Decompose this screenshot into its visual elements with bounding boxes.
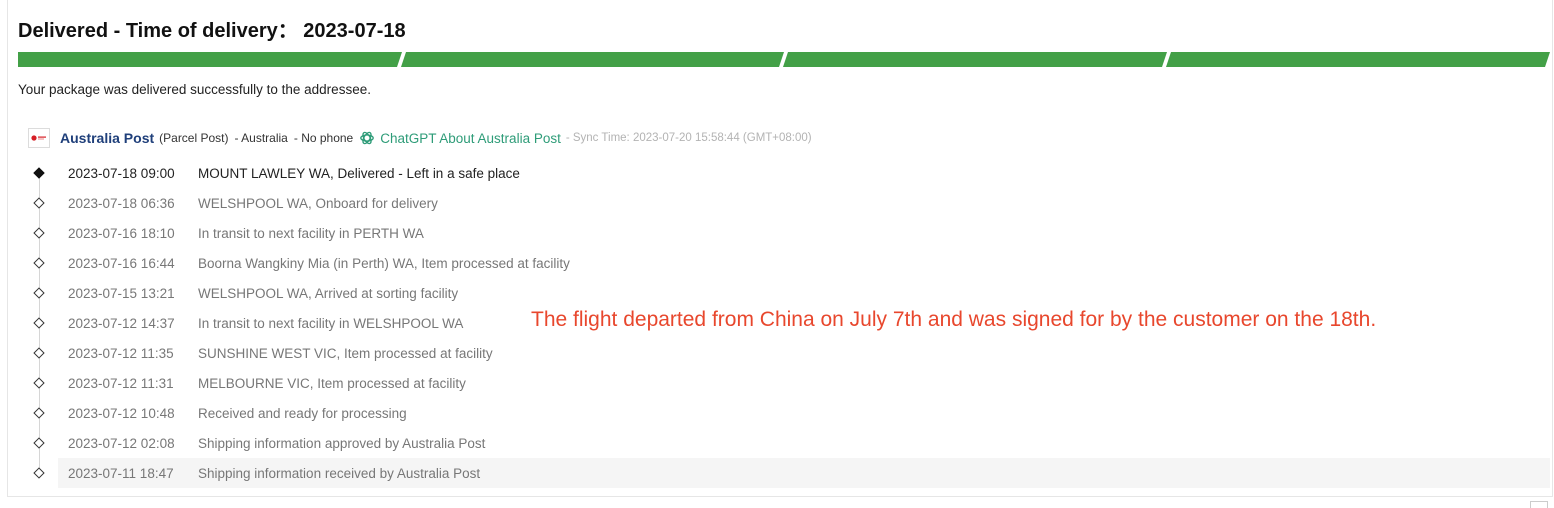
diamond-outline-icon	[33, 407, 45, 419]
carrier-service: (Parcel Post)	[159, 131, 229, 145]
carrier-country: - Australia	[234, 131, 288, 145]
timeline-event: 2023-07-12 02:08 Shipping information ap…	[28, 428, 1550, 458]
timeline-event: 2023-07-15 13:21 WELSHPOOL WA, Arrived a…	[28, 278, 1550, 308]
event-description: In transit to next facility in WELSHPOOL…	[198, 315, 464, 331]
carrier-phone: - No phone	[293, 131, 354, 145]
event-description: Shipping information received by Austral…	[198, 465, 481, 481]
event-description: In transit to next facility in PERTH WA	[198, 225, 424, 241]
event-time: 2023-07-11 18:47	[68, 465, 174, 481]
chatgpt-about-link[interactable]: ChatGPT About Australia Post	[380, 131, 561, 146]
expand-handle[interactable]	[1530, 501, 1548, 508]
diamond-outline-icon	[33, 377, 45, 389]
event-description: Boorna Wangkiny Mia (in Perth) WA, Item …	[198, 255, 570, 271]
event-time: 2023-07-18 06:36	[68, 195, 175, 211]
event-description: MELBOURNE VIC, Item processed at facilit…	[198, 375, 466, 391]
event-time: 2023-07-18 09:00	[68, 165, 175, 181]
diamond-outline-icon	[33, 467, 45, 479]
timeline-event: 2023-07-11 18:47 Shipping information re…	[28, 458, 1550, 488]
progress-segment-4	[1166, 52, 1550, 67]
status-message: Your package was delivered successfully …	[18, 82, 371, 97]
event-time: 2023-07-16 18:10	[68, 225, 175, 241]
progress-segment-3	[783, 52, 1167, 67]
diamond-outline-icon	[33, 347, 45, 359]
chatgpt-icon[interactable]	[359, 130, 375, 146]
carrier-name[interactable]: Australia Post	[60, 130, 154, 146]
event-description: Received and ready for processing	[198, 405, 407, 421]
event-description: SUNSHINE WEST VIC, Item processed at fac…	[198, 345, 493, 361]
event-time: 2023-07-12 02:08	[68, 435, 175, 451]
event-time: 2023-07-12 14:37	[68, 315, 175, 331]
diamond-filled-icon	[33, 167, 45, 179]
diamond-outline-icon	[33, 227, 45, 239]
event-time: 2023-07-12 11:31	[68, 375, 174, 391]
diamond-outline-icon	[33, 287, 45, 299]
event-description: Shipping information approved by Austral…	[198, 435, 486, 451]
timeline-event: 2023-07-16 18:10 In transit to next faci…	[28, 218, 1550, 248]
page-title: Delivered - Time of delivery： 2023-07-18	[18, 20, 406, 42]
diamond-outline-icon	[33, 257, 45, 269]
diamond-outline-icon	[33, 317, 45, 329]
annotation-note: The flight departed from China on July 7…	[531, 308, 1377, 331]
progress-segment-1	[18, 52, 402, 67]
timeline-event: 2023-07-18 06:36 WELSHPOOL WA, Onboard f…	[28, 188, 1550, 218]
event-description: MOUNT LAWLEY WA, Delivered - Left in a s…	[198, 165, 520, 181]
event-time: 2023-07-15 13:21	[68, 285, 175, 301]
event-time: 2023-07-16 16:44	[68, 255, 175, 271]
timeline-event: 2023-07-16 16:44 Boorna Wangkiny Mia (in…	[28, 248, 1550, 278]
event-description: WELSHPOOL WA, Onboard for delivery	[198, 195, 438, 211]
event-description: WELSHPOOL WA, Arrived at sorting facilit…	[198, 285, 459, 301]
diamond-outline-icon	[33, 197, 45, 209]
timeline-event: 2023-07-12 11:31 MELBOURNE VIC, Item pro…	[28, 368, 1550, 398]
event-time: 2023-07-12 10:48	[68, 405, 175, 421]
progress-segment-2	[401, 52, 784, 67]
timeline-event: 2023-07-12 10:48 Received and ready for …	[28, 398, 1550, 428]
timeline-event: 2023-07-18 09:00 MOUNT LAWLEY WA, Delive…	[28, 158, 1550, 188]
diamond-outline-icon	[33, 437, 45, 449]
sync-time: - Sync Time: 2023-07-20 15:58:44 (GMT+08…	[565, 132, 812, 144]
delivery-progress-bar	[18, 52, 1550, 67]
carrier-row: Australia Post (Parcel Post) - Australia…	[28, 128, 812, 148]
australia-post-logo[interactable]	[28, 128, 50, 148]
event-time: 2023-07-12 11:35	[68, 345, 174, 361]
timeline-event: 2023-07-12 11:35 SUNSHINE WEST VIC, Item…	[28, 338, 1550, 368]
